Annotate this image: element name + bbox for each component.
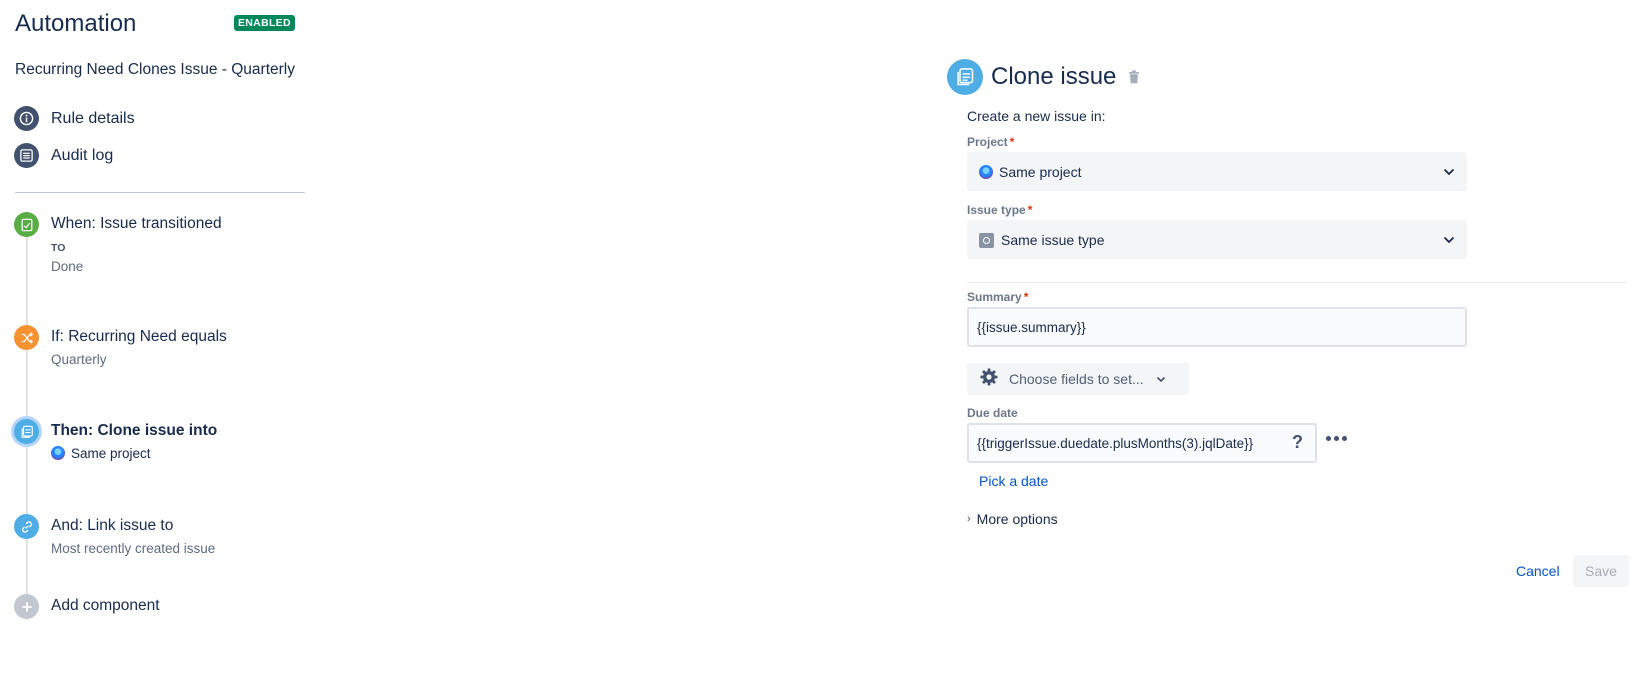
rule-details-label: Rule details: [51, 109, 135, 127]
due-date-input[interactable]: {{triggerIssue.duedate.plusMonths(3).jql…: [967, 423, 1317, 463]
plus-icon: [14, 594, 39, 619]
list-icon: [14, 143, 39, 168]
cancel-button[interactable]: Cancel: [1510, 563, 1566, 579]
step-subtitle: Done: [51, 259, 84, 274]
step-tag: TO: [51, 242, 66, 254]
status-badge: ENABLED: [234, 15, 295, 31]
due-date-label: Due date: [967, 406, 1018, 420]
chevron-down-icon: [1443, 168, 1455, 176]
chevron-down-icon: [1156, 376, 1166, 383]
project-avatar-icon: [979, 164, 993, 179]
trash-icon: [1129, 70, 1140, 84]
project-select[interactable]: Same project: [967, 152, 1467, 191]
step-title: And: Link issue to: [51, 517, 174, 534]
required-marker: *: [1009, 135, 1015, 149]
issue-type-select[interactable]: Same issue type: [967, 220, 1467, 259]
project-label: Project *: [967, 135, 1014, 149]
audit-log-link[interactable]: Audit log: [14, 143, 113, 168]
audit-log-label: Audit log: [51, 146, 114, 164]
required-marker: *: [1027, 203, 1033, 217]
page-title: Automation: [15, 10, 137, 37]
project-select-value: Same project: [979, 164, 1443, 180]
project-label-text: Project: [967, 135, 1008, 149]
project-value-text: Same project: [999, 163, 1082, 180]
issue-type-label: Issue type *: [967, 203, 1032, 217]
link-icon: [14, 514, 39, 539]
step-title: If: Recurring Need equals: [51, 328, 227, 345]
help-icon[interactable]: ?: [1292, 432, 1303, 453]
rule-details-link[interactable]: Rule details: [14, 106, 135, 131]
required-marker: *: [1023, 290, 1029, 304]
due-date-value: {{triggerIssue.duedate.plusMonths(3).jql…: [977, 435, 1254, 451]
add-component-button[interactable]: Add component: [14, 594, 314, 622]
step-if-recurring-need[interactable]: If: Recurring Need equals Quarterly: [14, 325, 314, 370]
add-component-label: Add component: [51, 597, 160, 614]
chevron-down-icon: [1443, 236, 1455, 244]
issue-type-icon: [979, 232, 994, 248]
issue-type-select-value: Same issue type: [979, 232, 1443, 248]
step-title: When: Issue transitioned: [51, 215, 222, 232]
delete-component-button[interactable]: [1128, 70, 1140, 84]
trigger-icon: [14, 212, 39, 237]
more-options-label: More options: [976, 511, 1058, 527]
clone-icon: [14, 419, 39, 444]
choose-fields-button[interactable]: Choose fields to set...: [967, 363, 1189, 395]
create-in-label: Create a new issue in:: [967, 108, 1106, 124]
step-and-link-issue[interactable]: And: Link issue to Most recently created…: [14, 514, 314, 559]
summary-label-text: Summary: [967, 290, 1022, 304]
editor-title: Clone issue: [991, 63, 1117, 90]
choose-fields-label: Choose fields to set...: [1009, 371, 1144, 387]
rule-name: Recurring Need Clones Issue - Quarterly: [15, 61, 295, 78]
step-title: Then: Clone issue into: [51, 422, 218, 439]
clone-icon: [947, 59, 983, 95]
step-when-issue-transitioned[interactable]: When: Issue transitioned TO Done: [14, 212, 314, 274]
sidebar-divider: [15, 192, 305, 193]
step-subtitle: Most recently created issue: [51, 541, 216, 556]
pick-a-date-link[interactable]: Pick a date: [979, 473, 1048, 489]
issue-type-value-text: Same issue type: [1001, 231, 1105, 248]
more-actions-icon[interactable]: [1326, 436, 1347, 441]
shuffle-icon: [14, 325, 39, 350]
step-subtitle: Quarterly: [51, 352, 107, 367]
more-options-toggle[interactable]: › More options: [967, 511, 1058, 527]
gear-icon: [979, 367, 999, 392]
info-icon: [14, 106, 39, 131]
chevron-right-icon: ›: [967, 513, 971, 525]
save-button[interactable]: Save: [1573, 555, 1629, 587]
editor-header: Clone issue: [947, 59, 1140, 95]
step-then-clone-issue[interactable]: Then: Clone issue into Same project: [14, 419, 314, 464]
step-subtitle: Same project: [51, 446, 151, 461]
issue-type-label-text: Issue type: [967, 203, 1026, 217]
summary-input[interactable]: {{issue.summary}}: [967, 307, 1467, 347]
summary-label: Summary *: [967, 290, 1028, 304]
section-divider: [967, 282, 1627, 283]
step-subtitle-text: Same project: [71, 446, 151, 461]
project-avatar-icon: [51, 446, 65, 460]
